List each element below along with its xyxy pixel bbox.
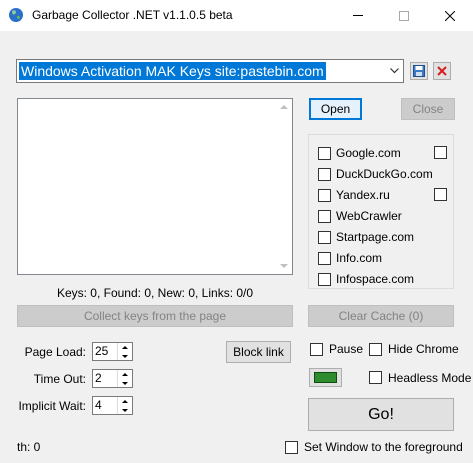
label-duckduckgo: DuckDuckGo.com [336, 167, 433, 181]
checkbox-yandex[interactable] [318, 189, 331, 202]
thread-count: th: 0 [17, 440, 41, 454]
hide-chrome-label: Hide Chrome [388, 342, 459, 356]
time-out-label: Time Out: [33, 372, 86, 386]
close-window-button[interactable] [427, 0, 473, 31]
window-title: Garbage Collector .NET v1.1.0.5 beta [32, 8, 233, 22]
save-icon [413, 65, 425, 77]
pause-checkbox[interactable] [310, 343, 323, 356]
headless-label: Headless Mode [388, 371, 472, 385]
scroll-up-icon[interactable] [280, 105, 288, 109]
label-yandex: Yandex.ru [336, 188, 390, 202]
title-bar: Garbage Collector .NET v1.1.0.5 beta [0, 0, 473, 31]
spin-up-icon[interactable] [118, 343, 132, 351]
clear-cache-button[interactable]: Clear Cache (0) [308, 305, 454, 327]
checkbox-startpage[interactable] [318, 231, 331, 244]
implicit-wait-label: Implicit Wait: [18, 399, 86, 413]
search-query-combo[interactable]: Windows Activation MAK Keys site:pastebi… [16, 59, 404, 83]
spin-up-icon[interactable] [118, 370, 132, 378]
spin-down-icon[interactable] [118, 379, 132, 387]
maximize-button[interactable] [381, 0, 427, 31]
foreground-checkbox[interactable] [285, 441, 298, 454]
time-out-spin-buttons[interactable] [117, 370, 132, 387]
checkbox-webcrawler[interactable] [318, 210, 331, 223]
label-webcrawler: WebCrawler [336, 209, 402, 223]
collect-keys-button[interactable]: Collect keys from the page [17, 305, 293, 327]
color-picker-button[interactable] [309, 368, 342, 387]
scroll-down-icon[interactable] [280, 264, 288, 268]
globe-icon [8, 7, 24, 23]
label-startpage: Startpage.com [336, 230, 415, 244]
time-out-value[interactable]: 2 [95, 371, 102, 385]
page-load-value[interactable]: 25 [95, 344, 108, 358]
headless-checkbox[interactable] [369, 371, 382, 384]
save-query-button[interactable] [410, 62, 428, 80]
label-infospace: Infospace.com [336, 272, 415, 286]
time-out-stepper[interactable]: 2 [92, 369, 133, 388]
minimize-button[interactable] [335, 0, 381, 31]
close-icon [445, 10, 455, 21]
label-info: Info.com [336, 251, 383, 265]
implicit-wait-spin-buttons[interactable] [117, 397, 132, 414]
go-button[interactable]: Go! [308, 398, 454, 431]
delete-icon [437, 66, 447, 76]
color-swatch [314, 372, 337, 383]
open-button[interactable]: Open [309, 98, 362, 120]
label-google: Google.com [336, 146, 401, 160]
search-engines-group: Google.com DuckDuckGo.com Yandex.ru WebC… [308, 134, 454, 289]
delete-query-button[interactable] [433, 62, 451, 80]
checkbox-infospace[interactable] [318, 273, 331, 286]
results-scrollbar[interactable] [276, 99, 292, 274]
page-load-stepper[interactable]: 25 [92, 342, 133, 361]
chevron-down-icon[interactable] [387, 62, 401, 80]
implicit-wait-stepper[interactable]: 4 [92, 396, 133, 415]
checkbox-yandex-extra[interactable] [434, 188, 447, 201]
spin-down-icon[interactable] [118, 352, 132, 360]
checkbox-duckduckgo[interactable] [318, 168, 331, 181]
block-link-button[interactable]: Block link [226, 341, 291, 363]
spin-up-icon[interactable] [118, 397, 132, 405]
close-button[interactable]: Close [401, 98, 455, 120]
checkbox-google[interactable] [318, 147, 331, 160]
page-load-spin-buttons[interactable] [117, 343, 132, 360]
stats-text: Keys: 0, Found: 0, New: 0, Links: 0/0 [56, 286, 254, 300]
checkbox-google-extra[interactable] [434, 146, 447, 159]
foreground-label: Set Window to the foreground [304, 440, 463, 454]
hide-chrome-checkbox[interactable] [369, 343, 382, 356]
spin-down-icon[interactable] [118, 406, 132, 414]
page-load-label: Page Load: [24, 345, 86, 359]
checkbox-info[interactable] [318, 252, 331, 265]
maximize-icon [399, 10, 409, 21]
implicit-wait-value[interactable]: 4 [95, 398, 102, 412]
results-list[interactable] [17, 98, 293, 275]
pause-label: Pause [329, 342, 364, 356]
minimize-icon [353, 15, 363, 16]
search-query-text[interactable]: Windows Activation MAK Keys site:pastebi… [19, 62, 326, 80]
